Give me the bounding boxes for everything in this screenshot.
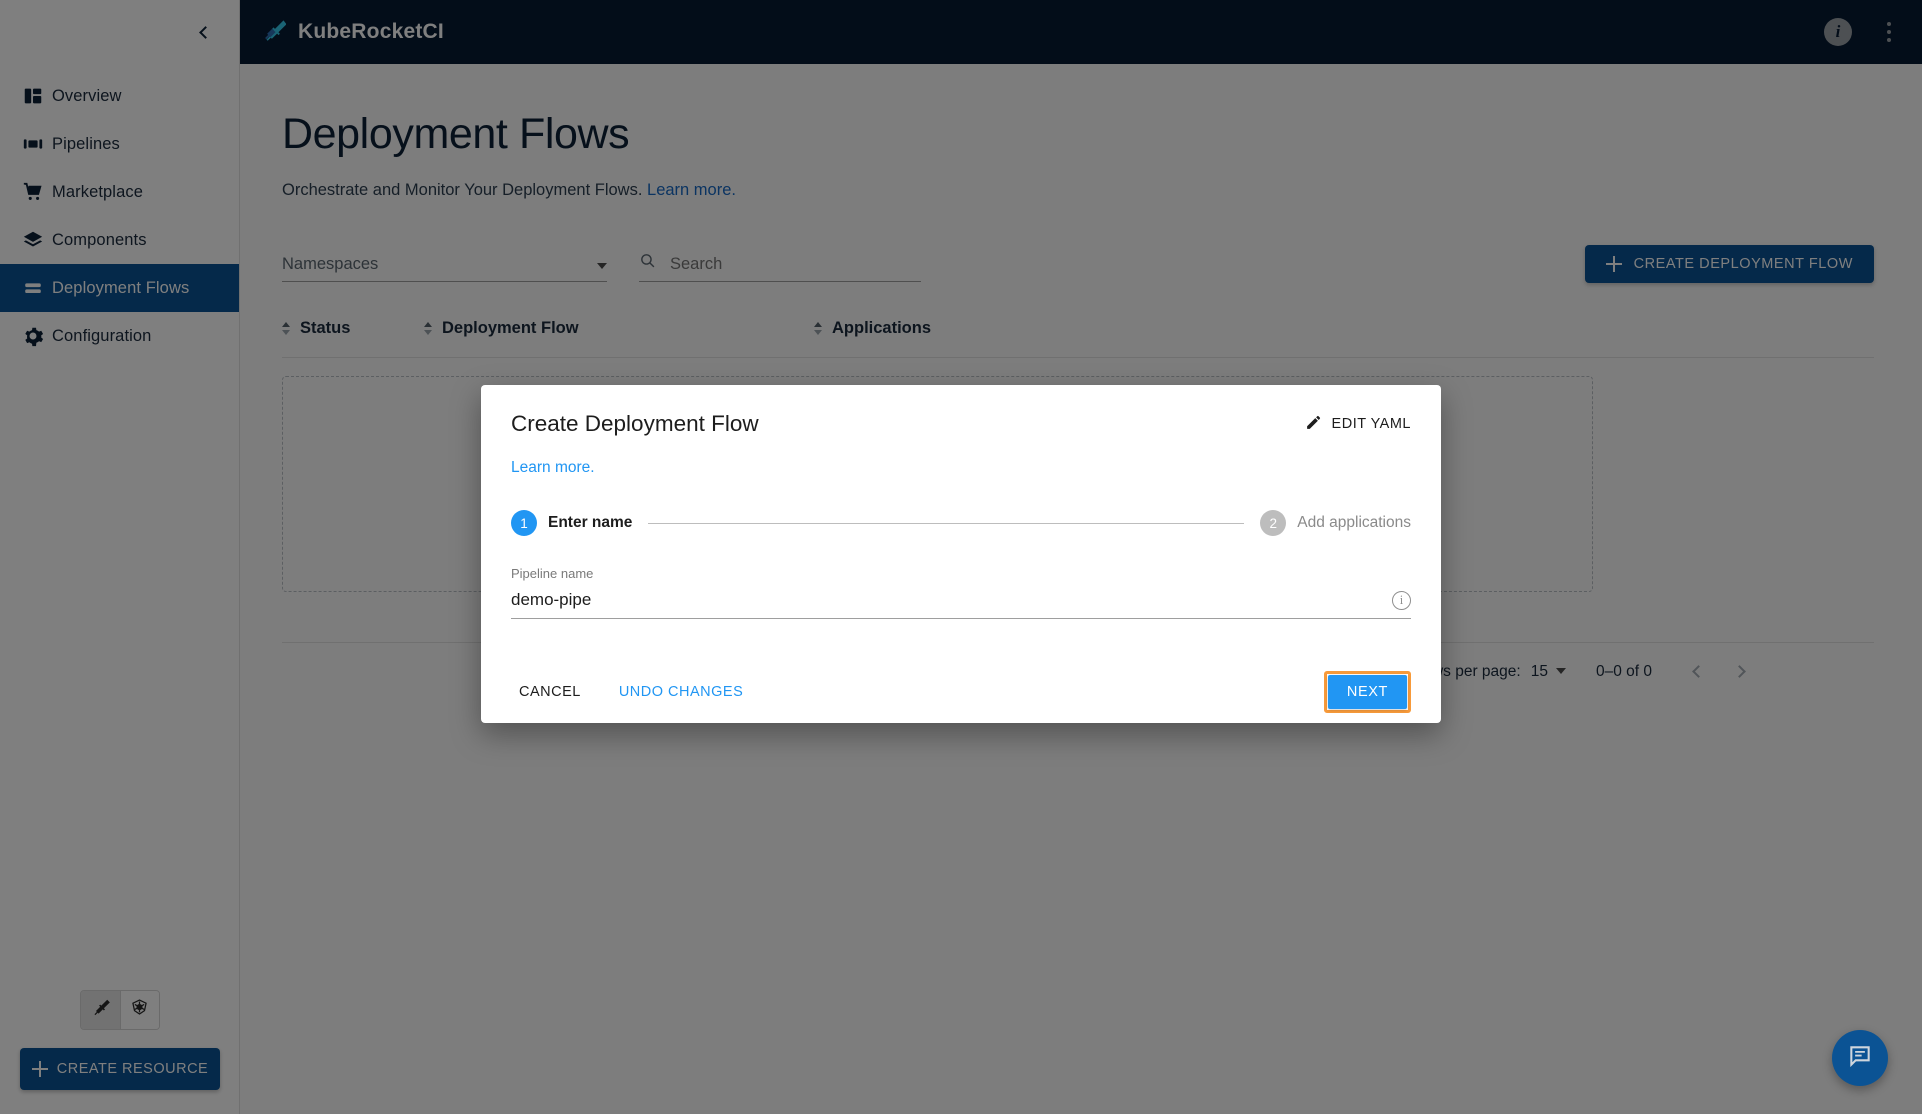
edit-yaml-label: EDIT YAML: [1331, 416, 1411, 432]
dialog-title: Create Deployment Flow: [511, 411, 759, 436]
pencil-icon: [1305, 414, 1322, 435]
create-deployment-flow-dialog: Create Deployment Flow EDIT YAML Learn m…: [481, 385, 1441, 723]
dialog-learn-more-link[interactable]: Learn more.: [511, 459, 1411, 477]
step-label: Enter name: [548, 514, 633, 531]
undo-changes-button[interactable]: UNDO CHANGES: [611, 676, 751, 708]
step-label: Add applications: [1297, 514, 1411, 531]
info-icon[interactable]: i: [1392, 590, 1411, 610]
pipeline-name-field-block: Pipeline name i: [511, 566, 1411, 619]
chat-icon: [1847, 1043, 1873, 1074]
step-enter-name[interactable]: 1 Enter name: [511, 510, 632, 536]
cancel-button[interactable]: CANCEL: [511, 676, 589, 708]
step-add-applications[interactable]: 2 Add applications: [1260, 510, 1411, 536]
dialog-header: Create Deployment Flow EDIT YAML: [511, 411, 1411, 437]
step-number-badge: 1: [511, 510, 537, 536]
dialog-learn-more-label: Learn more.: [511, 459, 595, 476]
pipeline-name-label: Pipeline name: [511, 566, 594, 581]
pipeline-name-input[interactable]: [511, 590, 1392, 610]
dialog-stepper: 1 Enter name 2 Add applications: [511, 510, 1411, 536]
next-button[interactable]: NEXT: [1327, 675, 1407, 709]
app-root: Overview Pipelines: [0, 0, 1922, 1114]
next-button-highlight: NEXT: [1323, 671, 1411, 713]
pipeline-name-field[interactable]: i: [511, 590, 1411, 619]
edit-yaml-button[interactable]: EDIT YAML: [1305, 414, 1411, 435]
stepper-connector: [648, 522, 1245, 524]
chat-support-button[interactable]: [1832, 1030, 1888, 1086]
step-number-badge: 2: [1260, 510, 1287, 536]
dialog-footer: CANCEL UNDO CHANGES NEXT: [511, 661, 1411, 723]
